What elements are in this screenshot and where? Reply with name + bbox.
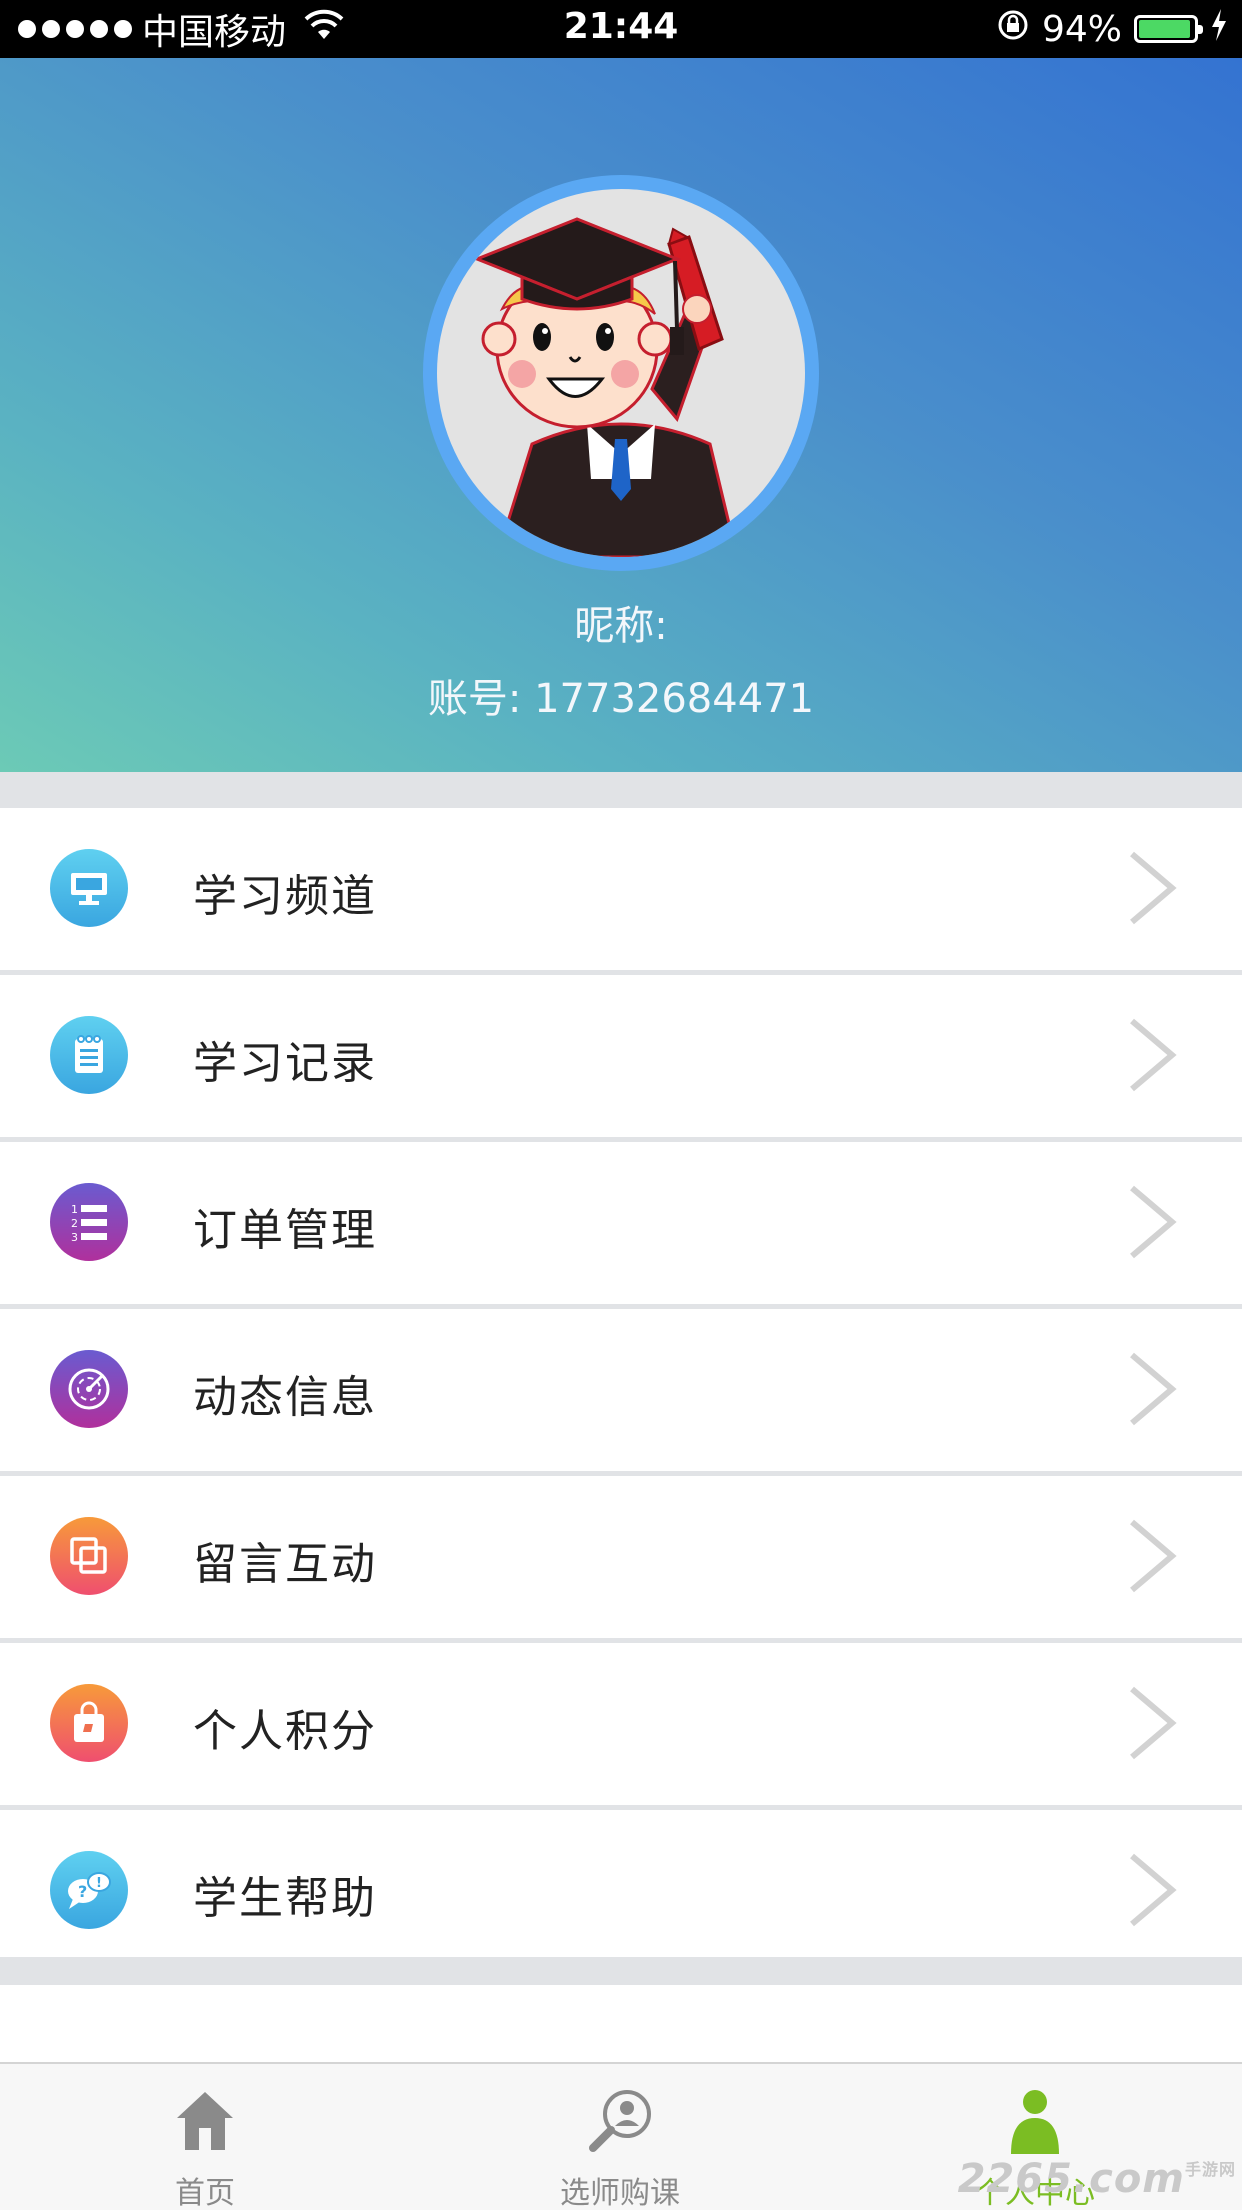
chevron-right-icon — [1130, 1686, 1177, 1760]
chevron-right-icon — [1130, 851, 1177, 925]
person-icon — [1005, 2088, 1065, 2160]
avatar-graduate-cartoon — [437, 189, 805, 557]
account-label: 账号: 17732684471 — [427, 676, 815, 722]
orientation-lock-icon — [996, 8, 1030, 51]
status-right: 94% — [996, 6, 1228, 52]
menu-item-dynamic-info[interactable]: 动态信息 — [0, 1309, 1242, 1476]
section-divider — [0, 772, 1242, 808]
chevron-right-icon — [1130, 1352, 1177, 1426]
svg-text:1: 1 — [71, 1203, 78, 1216]
menu-item-order-management[interactable]: 123 订单管理 — [0, 1142, 1242, 1309]
watermark: 2265.com手游网 — [957, 2156, 1236, 2202]
menu-item-personal-points[interactable]: 个人积分 — [0, 1643, 1242, 1810]
menu-item-student-help[interactable]: ?! 学生帮助 — [0, 1810, 1242, 1977]
tab-home[interactable]: 首页 — [55, 2064, 355, 2211]
battery-icon — [1134, 15, 1203, 43]
shopping-bag-icon — [50, 1684, 128, 1762]
menu-item-label: 学习记录 — [193, 1038, 377, 1089]
menu-list: 学习频道 学习记录 123 订单管理 动态信息 留言互动 个人积分 ? ! 学生… — [0, 808, 1242, 1977]
chevron-right-icon — [1130, 1519, 1177, 1593]
home-icon — [173, 2088, 237, 2156]
chevron-right-icon — [1130, 1853, 1177, 1927]
menu-item-label: 动态信息 — [193, 1372, 377, 1423]
status-bar: 中国移动 21:44 94% — [0, 0, 1242, 58]
svg-text:?: ? — [78, 1882, 87, 1901]
chevron-right-icon — [1130, 1185, 1177, 1259]
tab-label: 选师购课 — [560, 2176, 680, 2211]
chevron-right-icon — [1130, 1018, 1177, 1092]
menu-item-label: 个人积分 — [193, 1706, 377, 1757]
svg-text:!: ! — [96, 1876, 102, 1891]
radar-icon — [50, 1350, 128, 1428]
menu-item-study-record[interactable]: 学习记录 — [0, 975, 1242, 1142]
search-teacher-icon — [585, 2088, 655, 2156]
numbered-list-icon: 123 — [50, 1183, 128, 1261]
copy-icon — [50, 1517, 128, 1595]
tab-bar: 首页 选师购课 个人中心 2265.com手游网 — [0, 2062, 1242, 2211]
svg-text:2: 2 — [71, 1217, 78, 1230]
menu-item-label: 订单管理 — [193, 1205, 377, 1256]
notepad-icon — [50, 1016, 128, 1094]
nickname-label: 昵称: — [574, 603, 668, 649]
battery-percent: 94% — [1041, 8, 1122, 50]
charging-icon — [1210, 8, 1228, 50]
svg-text:3: 3 — [71, 1231, 78, 1243]
section-divider — [0, 1957, 1242, 1985]
monitor-icon — [50, 849, 128, 927]
profile-header: 昵称: 账号: 17732684471 — [0, 58, 1242, 772]
menu-item-label: 留言互动 — [193, 1539, 377, 1590]
menu-item-message-interaction[interactable]: 留言互动 — [0, 1476, 1242, 1643]
menu-item-study-channel[interactable]: 学习频道 — [0, 808, 1242, 975]
avatar[interactable] — [423, 175, 819, 571]
chat-bubbles-icon: ?! — [50, 1851, 128, 1929]
menu-item-label: 学习频道 — [193, 871, 377, 922]
menu-item-label: 学生帮助 — [193, 1873, 377, 1924]
tab-select-teacher[interactable]: 选师购课 — [470, 2064, 770, 2211]
tab-label: 首页 — [175, 2176, 235, 2211]
